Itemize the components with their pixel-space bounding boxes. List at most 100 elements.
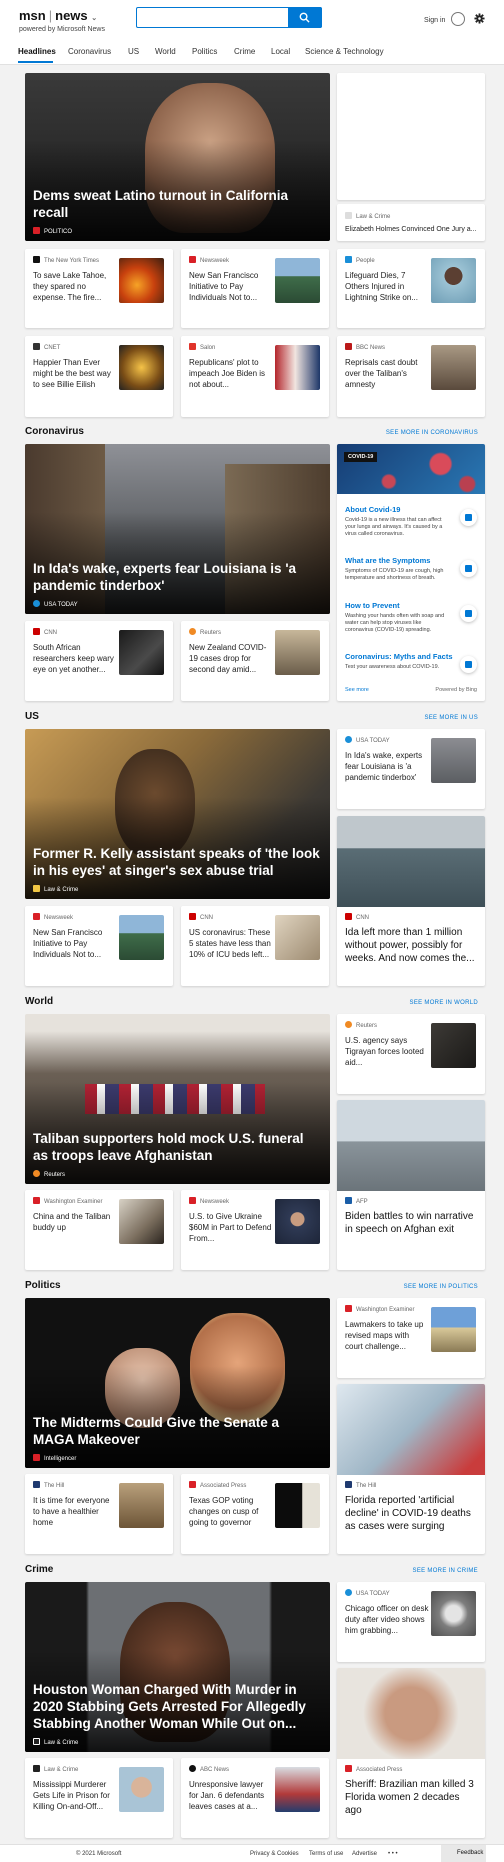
tall-card[interactable]: AFP Biden battles to win narrative in sp… xyxy=(337,1100,485,1270)
news-card[interactable]: CNN South African researchers keep wary … xyxy=(25,621,173,701)
card-thumbnail xyxy=(431,258,476,303)
news-card[interactable]: Newsweek New San Francisco Initiative to… xyxy=(181,249,329,328)
card-thumbnail xyxy=(119,258,164,303)
sign-in-link[interactable]: Sign in xyxy=(424,17,445,24)
msn-logo[interactable]: msn | news ⌄ xyxy=(19,8,97,23)
terms-link[interactable]: Terms of use xyxy=(309,1851,343,1857)
tab-science-technology[interactable]: Science & Technology xyxy=(305,47,384,56)
hero-title: The Midterms Could Give the Senate a MAG… xyxy=(33,1415,280,1447)
side-source: Law & Crime xyxy=(345,212,390,220)
news-card[interactable]: Reuters U.S. agency says Tigrayan forces… xyxy=(337,1014,485,1094)
covid-banner: COVID-19 xyxy=(337,444,485,494)
tab-politics[interactable]: Politics xyxy=(192,47,217,56)
tab-local[interactable]: Local xyxy=(271,47,290,56)
header: msn | news ⌄ powered by Microsoft News Sig… xyxy=(0,0,504,65)
world-hero-card[interactable]: Taliban supporters hold mock U.S. funera… xyxy=(25,1014,330,1184)
tab-crime[interactable]: Crime xyxy=(234,47,255,56)
card-thumbnail xyxy=(431,1307,476,1352)
card-source: The Hill xyxy=(33,1481,64,1489)
copyright: © 2021 Microsoft xyxy=(76,1851,122,1857)
card-title: Reprisals cast doubt over the Taliban's … xyxy=(345,358,418,389)
covid-see-more[interactable]: See more xyxy=(345,687,369,693)
news-card[interactable]: CNN US coronavirus: These 5 states have … xyxy=(181,906,329,986)
news-card[interactable]: Salon Republicans' plot to impeach Joe B… xyxy=(181,336,329,417)
news-card[interactable]: Newsweek New San Francisco Initiative to… xyxy=(25,906,173,986)
card-title: Lifeguard Dies, 7 Others Injured in Ligh… xyxy=(345,271,418,302)
tall-card[interactable]: CNN Ida left more than 1 million without… xyxy=(337,816,485,986)
card-source: AFP xyxy=(345,1197,368,1205)
card-thumbnail xyxy=(431,1023,476,1068)
side-card[interactable]: Law & Crime Elizabeth Holmes Convinced O… xyxy=(337,204,485,241)
news-card[interactable]: USA TODAY In Ida's wake, experts fear Lo… xyxy=(337,729,485,809)
card-title: U.S. agency says Tigrayan forces looted … xyxy=(345,1036,424,1067)
privacy-link[interactable]: Privacy & Cookies xyxy=(250,1851,299,1857)
see-more-crime[interactable]: SEE MORE IN CRIME xyxy=(413,1568,478,1574)
news-card[interactable]: USA TODAY Chicago officer on desk duty a… xyxy=(337,1582,485,1662)
advertise-link[interactable]: Advertise xyxy=(352,1851,377,1857)
avatar-icon[interactable] xyxy=(451,12,465,26)
search-box xyxy=(136,7,322,28)
coronavirus-hero-card[interactable]: In Ida's wake, experts fear Louisiana is… xyxy=(25,444,330,614)
news-card[interactable]: Associated Press Texas GOP voting change… xyxy=(181,1474,329,1554)
card-title: US coronavirus: These 5 states have less… xyxy=(189,928,271,959)
info-icon xyxy=(460,509,477,526)
news-card[interactable]: The New York Times To save Lake Tahoe, t… xyxy=(25,249,173,328)
card-thumbnail xyxy=(431,345,476,390)
section-title-politics: Politics xyxy=(25,1280,61,1291)
hero-card[interactable]: Dems sweat Latino turnout in California … xyxy=(25,73,330,241)
news-card[interactable]: Law & Crime Mississippi Murderer Gets Li… xyxy=(25,1758,173,1838)
tall-card[interactable]: The Hill Florida reported 'artificial de… xyxy=(337,1384,485,1554)
tab-world[interactable]: World xyxy=(155,47,176,56)
search-icon xyxy=(299,12,310,23)
card-title: Texas GOP voting changes on cusp of goin… xyxy=(189,1496,259,1527)
see-more-politics[interactable]: SEE MORE IN POLITICS xyxy=(404,1284,478,1290)
crime-hero-card[interactable]: Houston Woman Charged With Murder in 202… xyxy=(25,1582,330,1752)
tab-headlines[interactable]: Headlines xyxy=(18,47,56,56)
hero-source: Law & Crime xyxy=(33,885,78,893)
card-title: New Zealand COVID-19 cases drop for seco… xyxy=(189,643,267,674)
see-more-us[interactable]: SEE MORE IN US xyxy=(424,715,478,721)
tall-card[interactable]: Associated Press Sheriff: Brazilian man … xyxy=(337,1668,485,1838)
hero-source: Intelligencer xyxy=(33,1454,76,1462)
news-card[interactable]: People Lifeguard Dies, 7 Others Injured … xyxy=(337,249,485,328)
more-link[interactable]: • • • xyxy=(388,1851,398,1857)
card-source: People xyxy=(345,256,375,264)
card-source: Associated Press xyxy=(189,1481,246,1489)
card-title: To save Lake Tahoe, they spared no expen… xyxy=(33,271,107,302)
carousel-dots[interactable] xyxy=(66,239,132,252)
news-card[interactable]: CNET Happier Than Ever might be the best… xyxy=(25,336,173,417)
powered-by-bing: Powered by Bing xyxy=(435,687,477,693)
news-card[interactable]: Newsweek U.S. to Give Ukraine $60M in Pa… xyxy=(181,1190,329,1270)
card-source: The New York Times xyxy=(33,256,99,264)
news-card[interactable]: ABC News Unresponsive lawyer for Jan. 6 … xyxy=(181,1758,329,1838)
politics-hero-card[interactable]: The Midterms Could Give the Senate a MAG… xyxy=(25,1298,330,1468)
section-title-coronavirus: Coronavirus xyxy=(25,426,84,437)
card-source: USA TODAY xyxy=(345,1589,390,1597)
tall-card-image xyxy=(337,816,485,907)
card-source: CNN xyxy=(345,913,369,921)
news-card[interactable]: Washington Examiner Lawmakers to take up… xyxy=(337,1298,485,1378)
news-card[interactable]: Washington Examiner China and the Taliba… xyxy=(25,1190,173,1270)
gear-icon[interactable] xyxy=(474,13,485,24)
card-source: CNET xyxy=(33,343,60,351)
news-card[interactable]: BBC News Reprisals cast doubt over the T… xyxy=(337,336,485,417)
search-input[interactable] xyxy=(141,11,281,24)
us-hero-card[interactable]: Former R. Kelly assistant speaks of 'the… xyxy=(25,729,330,899)
see-more-world[interactable]: SEE MORE IN WORLD xyxy=(410,1000,478,1006)
news-card[interactable]: The Hill It is time for everyone to have… xyxy=(25,1474,173,1554)
card-thumbnail xyxy=(275,1483,320,1528)
news-card[interactable]: Reuters New Zealand COVID-19 cases drop … xyxy=(181,621,329,701)
tab-us[interactable]: US xyxy=(128,47,139,56)
covid-info-card: COVID-19 About Covid-19 Covid-19 is a new… xyxy=(337,444,485,701)
card-title: Mississippi Murderer Gets Life in Prison… xyxy=(33,1780,110,1811)
card-thumbnail xyxy=(275,1767,320,1812)
hero-title: Dems sweat Latino turnout in California … xyxy=(33,188,289,220)
section-title-us: US xyxy=(25,711,39,722)
feedback-button[interactable]: Feedback xyxy=(441,1845,486,1862)
card-title: Lawmakers to take up revised maps with c… xyxy=(345,1320,424,1351)
tab-coronavirus[interactable]: Coronavirus xyxy=(68,47,111,56)
see-more-coronavirus[interactable]: SEE MORE IN CORONAVIRUS xyxy=(386,430,478,436)
search-button[interactable] xyxy=(288,7,322,28)
card-thumbnail xyxy=(119,915,164,960)
card-title: Happier Than Ever might be the best way … xyxy=(33,358,111,389)
